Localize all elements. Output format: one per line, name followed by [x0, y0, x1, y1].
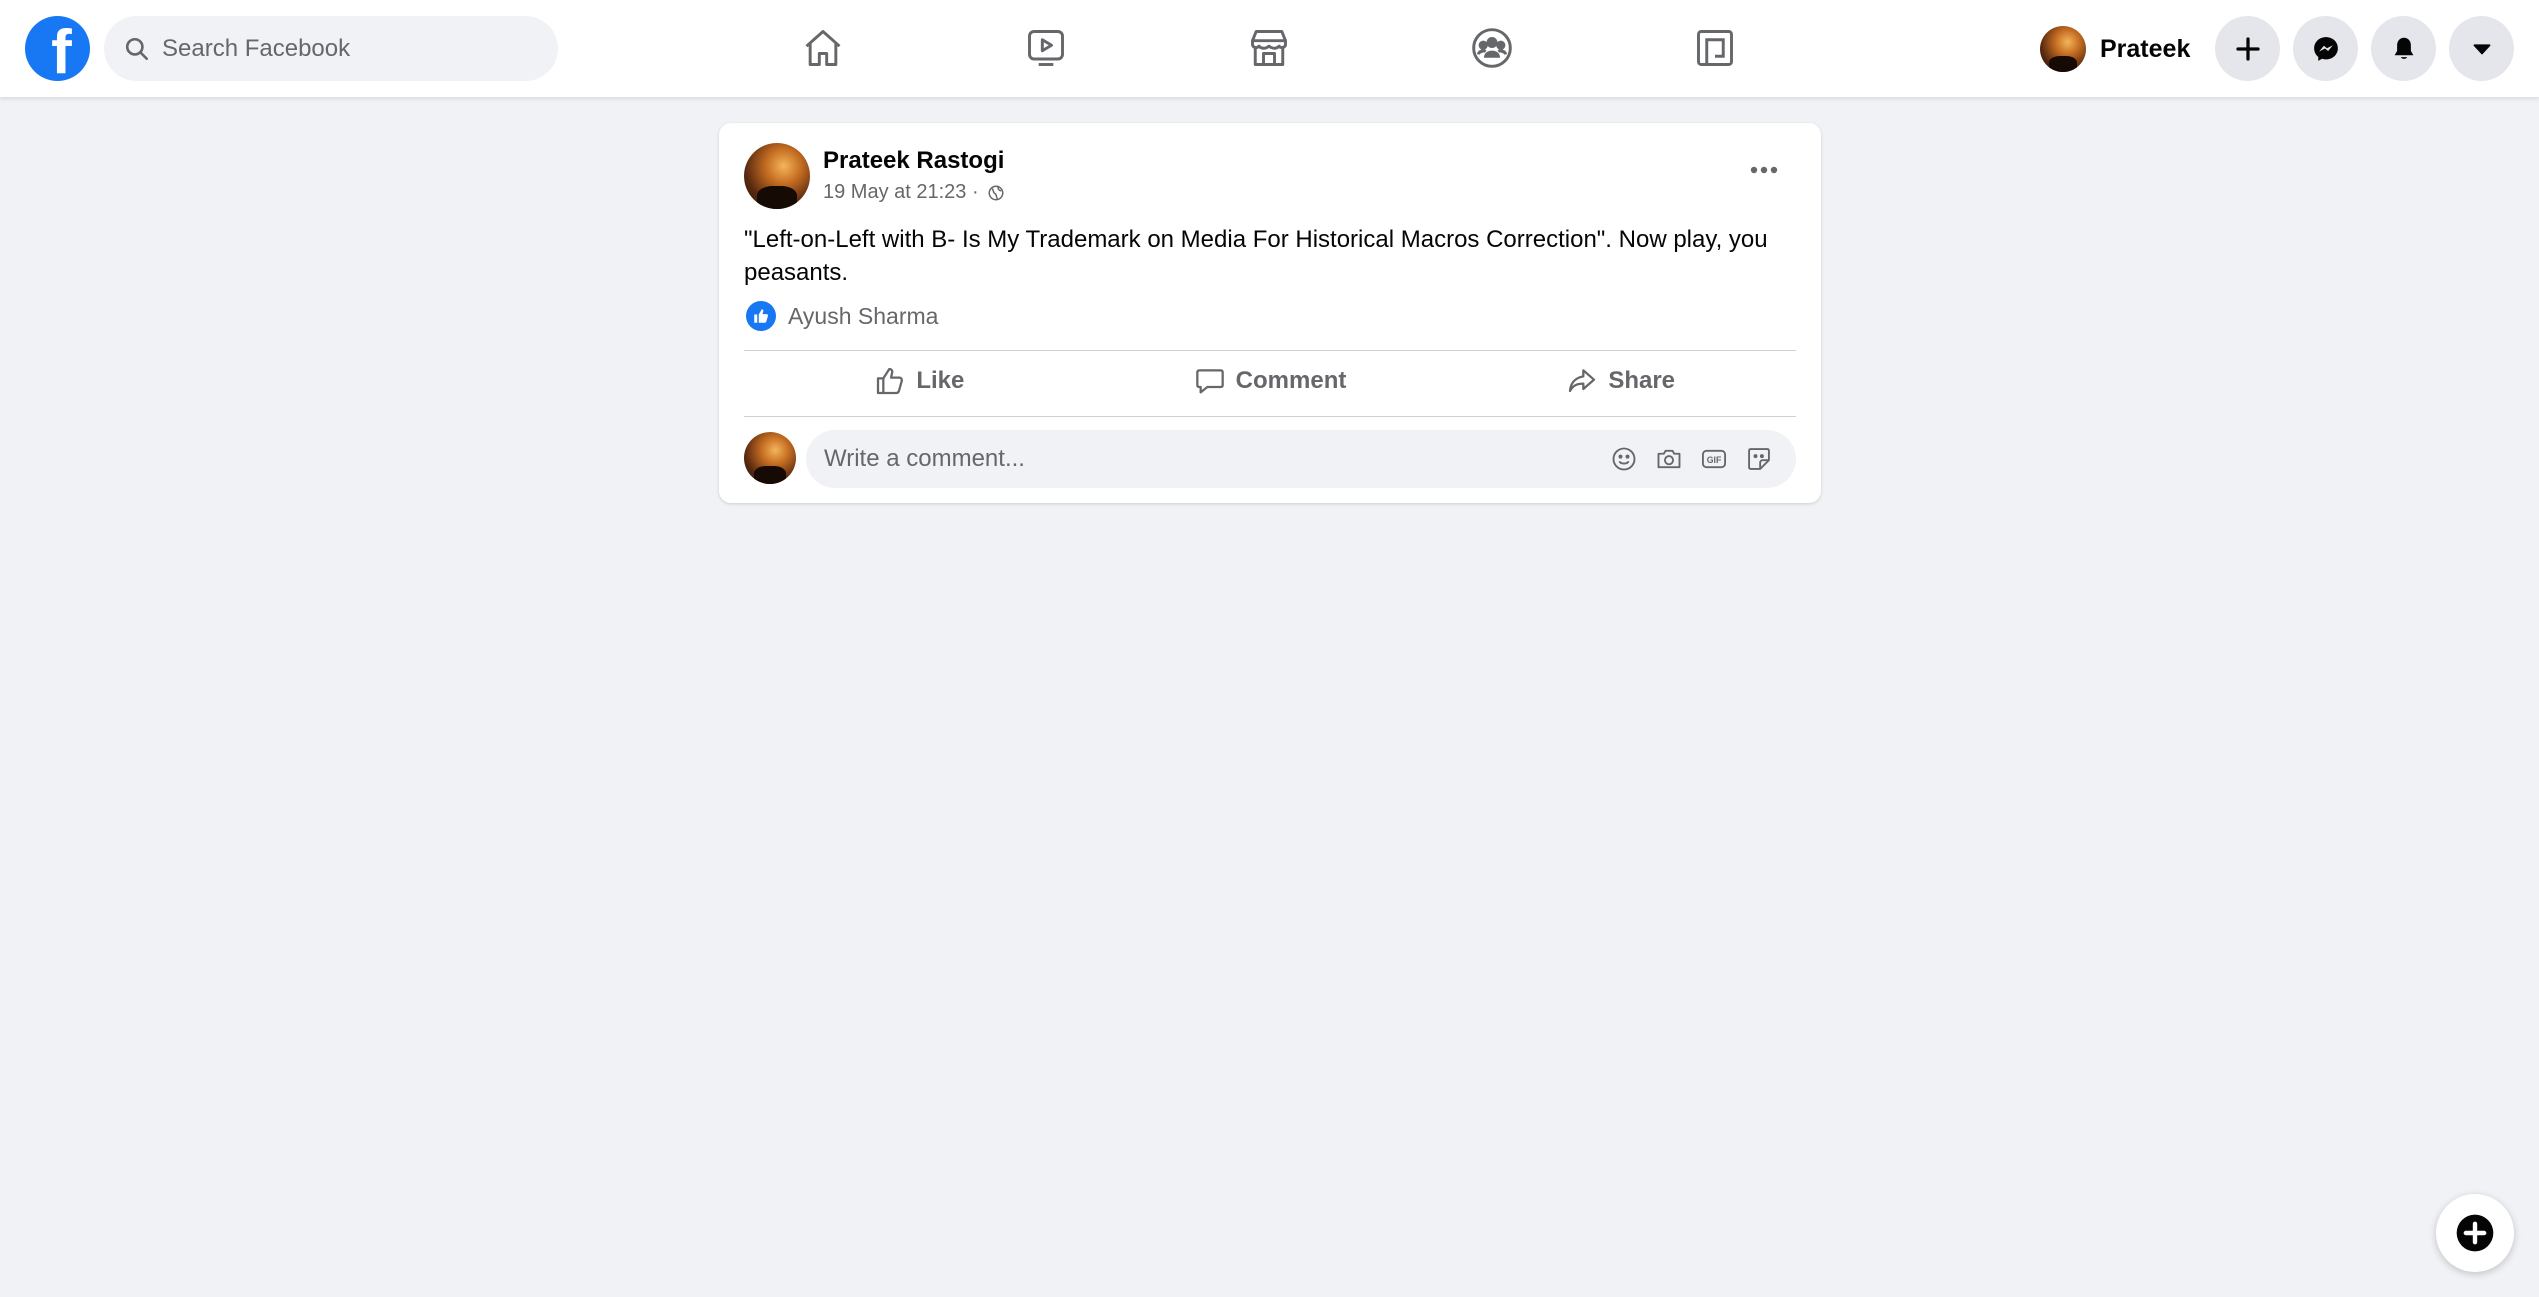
globe-icon	[988, 185, 1004, 200]
share-button[interactable]: Share	[1445, 351, 1796, 411]
search-input[interactable]	[162, 16, 542, 81]
new-message-button[interactable]	[2436, 1194, 2514, 1272]
watch-icon[interactable]	[1020, 22, 1072, 74]
facebook-logo-icon[interactable]: f	[25, 16, 90, 81]
emoji-icon[interactable]	[1609, 444, 1639, 474]
home-icon[interactable]	[797, 22, 849, 74]
like-button[interactable]: Like	[744, 351, 1095, 411]
post-author-name[interactable]: Prateek Rastogi	[823, 147, 1004, 175]
search-bar[interactable]	[104, 16, 558, 81]
like-reaction-icon	[746, 301, 776, 331]
gaming-icon[interactable]	[1689, 22, 1741, 74]
author-avatar[interactable]	[744, 143, 810, 209]
more-options-icon	[1750, 166, 1778, 174]
avatar	[2040, 26, 2086, 72]
like-label: Like	[916, 367, 965, 394]
top-navigation-bar: f Search Facebook Prateek	[0, 0, 2539, 97]
share-icon	[1569, 369, 1596, 393]
messenger-button[interactable]	[2293, 16, 2358, 81]
create-button[interactable]	[2215, 16, 2280, 81]
reaction-names: Ayush Sharma	[788, 302, 939, 329]
notifications-button[interactable]	[2371, 16, 2436, 81]
share-label: Share	[1608, 367, 1676, 394]
notifications-icon	[2394, 37, 2413, 59]
gif-icon[interactable]: GIF	[1699, 444, 1729, 474]
comment-button[interactable]: Comment	[1095, 351, 1446, 411]
comment-input[interactable]	[824, 430, 1584, 488]
account-menu-button[interactable]	[2449, 16, 2514, 81]
like-icon	[877, 367, 904, 395]
account-menu-icon	[2473, 43, 2490, 54]
groups-icon[interactable]	[1466, 22, 1518, 74]
reactions-summary[interactable]: Ayush Sharma	[746, 301, 938, 331]
profile-name: Prateek	[2100, 34, 2191, 63]
commenter-avatar[interactable]	[744, 432, 796, 484]
post-timestamp[interactable]: 19 May at 21:23 ·	[823, 181, 979, 204]
search-icon	[125, 37, 149, 61]
post-actions: Like Comment Share	[744, 351, 1796, 411]
camera-icon[interactable]	[1654, 444, 1684, 474]
comment-composer[interactable]: GIF	[806, 430, 1796, 488]
profile-shortcut[interactable]: Prateek	[2040, 22, 2190, 76]
create-icon	[2235, 36, 2260, 61]
marketplace-icon[interactable]	[1243, 22, 1295, 74]
divider	[744, 416, 1796, 417]
comment-icon	[1195, 369, 1224, 394]
new-message-icon	[2456, 1214, 2494, 1252]
post-card: Prateek Rastogi 19 May at 21:23 · "Left-…	[719, 123, 1821, 503]
messenger-icon	[2313, 36, 2338, 61]
post-text: "Left-on-Left with B- Is My Trademark on…	[744, 226, 1768, 286]
logo-letter: f	[51, 18, 72, 82]
svg-text:GIF: GIF	[1707, 455, 1722, 465]
post-options-button[interactable]	[1739, 145, 1789, 195]
sticker-icon[interactable]	[1744, 444, 1774, 474]
post-meta: 19 May at 21:23 ·	[823, 181, 1005, 204]
comment-label: Comment	[1235, 367, 1347, 394]
